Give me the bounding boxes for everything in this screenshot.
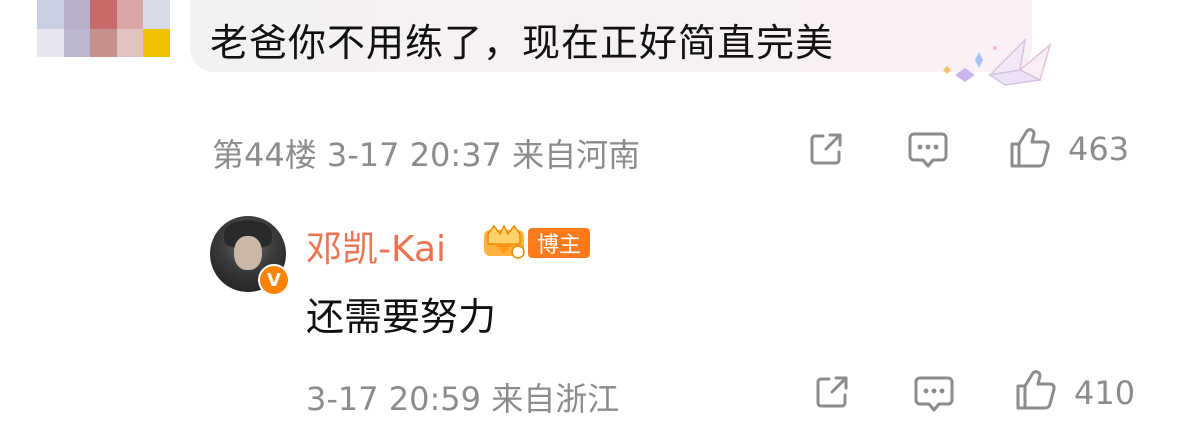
like-icon[interactable] [1014, 368, 1058, 412]
reply-meta: 3-17 20:59 来自浙江 [306, 380, 620, 418]
comment-icon[interactable] [912, 372, 956, 416]
like-count: 463 [1068, 130, 1130, 168]
blogger-badge: 博主 [528, 228, 590, 258]
blurred-avatar[interactable] [37, 0, 170, 57]
comment-icon[interactable] [906, 128, 950, 172]
share-icon[interactable] [806, 129, 846, 169]
comment-meta: 第44楼 3-17 20:37 来自河南 [212, 136, 641, 174]
reply-text: 还需要努力 [306, 295, 497, 339]
comment-bubble: 老爸你不用练了，现在正好简直完美 [190, 0, 1032, 72]
comment-text: 老爸你不用练了，现在正好简直完美 [210, 21, 835, 65]
share-icon[interactable] [812, 372, 852, 412]
like-count: 410 [1074, 374, 1136, 412]
verified-badge-icon: V [258, 264, 290, 296]
like-icon[interactable] [1008, 126, 1052, 170]
username[interactable]: 邓凯-Kai [306, 220, 446, 272]
paper-crane-icon [943, 37, 1052, 86]
